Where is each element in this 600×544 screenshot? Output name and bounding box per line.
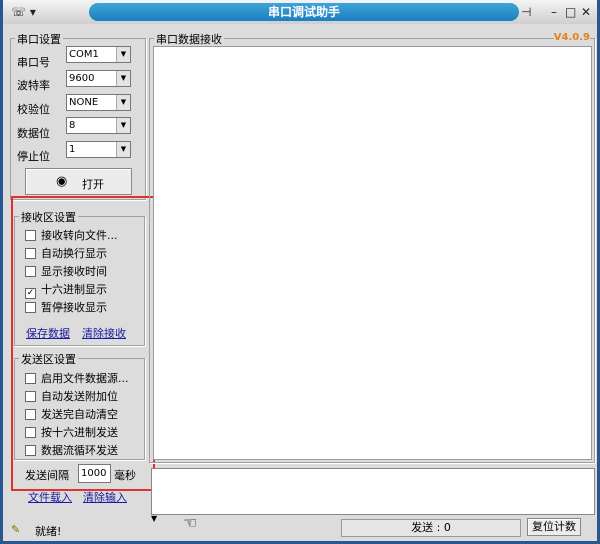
window-title: 串口调试助手 — [89, 3, 519, 21]
open-port-button[interactable]: ◉ 打开 — [25, 168, 132, 195]
hand-pointer-icon[interactable]: ☜ — [183, 513, 197, 532]
app-menu-icon[interactable]: ☏ ▾ — [11, 4, 36, 20]
stopbits-select[interactable]: 1 ▼ — [66, 141, 131, 158]
group-title: 串口设置 — [15, 31, 63, 47]
port-select[interactable]: COM1 ▼ — [66, 46, 131, 63]
version-label: V4.0.9 — [553, 32, 590, 43]
databits-select[interactable]: 8 ▼ — [66, 117, 131, 134]
close-button[interactable]: ✕ — [581, 4, 591, 20]
clear-input-link[interactable]: 清除输入 — [83, 489, 127, 505]
reset-count-button[interactable]: 复位计数 — [527, 518, 581, 536]
pin-icon[interactable]: ⊣ — [521, 4, 531, 20]
status-text: 就绪! — [35, 525, 62, 538]
dropdown-arrow-icon[interactable]: ▼ — [151, 514, 157, 523]
maximize-button[interactable]: □ — [565, 4, 576, 20]
status-led-icon: ◉ — [56, 174, 68, 189]
receive-textarea[interactable] — [153, 46, 592, 460]
load-file-link[interactable]: 文件载入 — [28, 489, 72, 505]
highlight-box — [11, 196, 155, 491]
databits-label: 数据位 — [17, 127, 50, 140]
minimize-button[interactable]: – — [551, 4, 557, 20]
send-counter: 发送 : 0 — [341, 519, 521, 537]
chevron-down-icon[interactable]: ▼ — [116, 95, 130, 110]
chevron-down-icon[interactable]: ▼ — [116, 71, 130, 86]
title-bar: ☏ ▾ 串口调试助手 ⊣ – □ ✕ — [3, 0, 597, 24]
open-label: 打开 — [82, 178, 104, 191]
chevron-down-icon[interactable]: ▼ — [116, 118, 130, 133]
group-title: 串口数据接收 — [154, 31, 224, 47]
port-label: 串口号 — [17, 56, 50, 69]
parity-select[interactable]: NONE ▼ — [66, 94, 131, 111]
chevron-down-icon[interactable]: ▼ — [116, 142, 130, 157]
app-window: ☏ ▾ 串口调试助手 ⊣ – □ ✕ 串口设置 串口号 COM1 ▼ 波特率 96… — [0, 0, 600, 544]
send-textarea[interactable] — [151, 468, 595, 515]
stopbits-label: 停止位 — [17, 150, 50, 163]
parity-label: 校验位 — [17, 103, 50, 116]
ready-icon: ✎ — [11, 523, 21, 536]
chevron-down-icon[interactable]: ▼ — [116, 47, 130, 62]
baud-label: 波特率 — [17, 79, 50, 92]
baud-select[interactable]: 9600 ▼ — [66, 70, 131, 87]
